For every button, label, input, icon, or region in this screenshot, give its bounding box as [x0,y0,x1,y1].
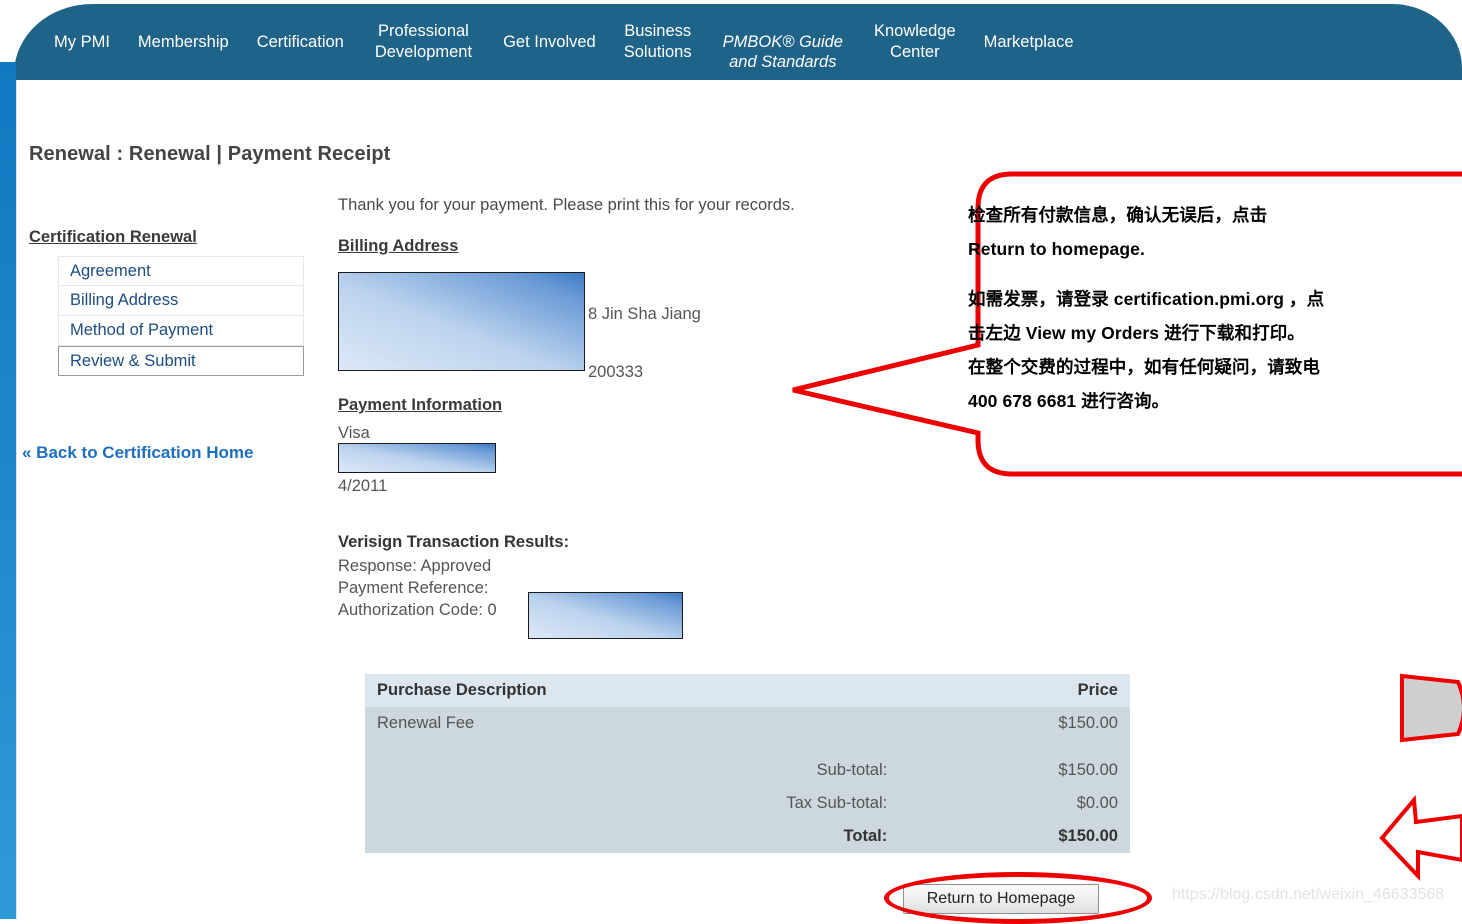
nav-item-my-pmi[interactable]: My PMI [40,32,124,53]
main-content: Thank you for your payment. Please print… [338,196,958,256]
table-cell-total-price: $150.00 [899,820,1130,853]
callout-line-1: 检查所有付款信息，确认无误后，点击 [968,205,1268,225]
callout-line-4: 击左边 View my Orders 进行下载和打印。 [968,323,1305,343]
table-row: Tax Sub-total: $0.00 [365,787,1130,820]
thank-you-message: Thank you for your payment. Please print… [338,196,795,214]
authorization-redaction-box [528,592,683,639]
nav-item-pmbok-label: PMBOK® Guide and Standards [722,32,843,72]
purchase-summary-table: Purchase Description Price Renewal Fee $… [365,674,1130,853]
payment-information-heading: Payment Information [338,396,503,414]
verisign-response: Response: Approved [338,557,492,575]
callout-line-5: 在整个交费的过程中，如有任何疑问，请致电 [968,357,1320,377]
table-cell-subtotal-price: $150.00 [899,754,1130,787]
callout-text: 检查所有付款信息，确认无误后，点击 Return to homepage. 如需… [968,198,1462,418]
top-navigation-bar: My PMI Membership Certification Professi… [0,0,1462,80]
left-pointing-arrow-icon [1379,795,1462,882]
nav-items-container: My PMI Membership Certification Professi… [14,4,1462,80]
table-cell-tax-subtotal-price: $0.00 [899,787,1130,820]
nav-item-membership[interactable]: Membership [124,32,243,53]
left-blue-rail [0,62,16,919]
table-row: Sub-total: $150.00 [365,754,1130,787]
gray-ribbon-shape [1400,673,1462,743]
card-type-value: Visa [338,424,370,442]
sidebar-item-billing-address[interactable]: Billing Address [58,286,304,316]
billing-address-postal: 200333 [588,363,644,381]
watermark-text: https://blog.csdn.net/weixin_46633568 [1172,886,1445,903]
spacer-cell-left [365,740,900,754]
billing-address-street: 8 Jin Sha Jiang [588,305,701,323]
sidebar-item-agreement[interactable]: Agreement [58,256,304,286]
table-cell-tax-subtotal-label: Tax Sub-total: [365,787,900,820]
billing-address-heading: Billing Address [338,237,459,255]
nav-bar-background: My PMI Membership Certification Professi… [14,4,1462,80]
nav-item-professional-development[interactable]: Professional Development [358,21,489,62]
table-cell-item-price: $150.00 [899,707,1130,740]
nav-item-knowledge-center[interactable]: Knowledge Center [860,21,970,62]
table-row: Renewal Fee $150.00 [365,707,1130,740]
nav-item-marketplace[interactable]: Marketplace [970,32,1088,53]
back-to-certification-home-link[interactable]: « Back to Certification Home [22,443,253,463]
nav-item-certification[interactable]: Certification [243,32,358,53]
sidebar-item-method-of-payment[interactable]: Method of Payment [58,316,304,346]
table-row: Total: $150.00 [365,820,1130,853]
callout-gap [968,266,1462,282]
nav-item-business-solutions[interactable]: Business Solutions [610,21,706,62]
table-cell-total-label: Total: [365,820,900,853]
card-number-redaction-box [338,443,496,473]
table-header-row: Purchase Description Price [365,674,1130,707]
page-title: Renewal : Renewal | Payment Receipt [29,143,391,165]
callout-line-3: 如需发票，请登录 certification.pmi.org ，点 [968,289,1325,309]
table-header-price: Price [899,674,1130,707]
nav-item-get-involved[interactable]: Get Involved [489,32,610,53]
return-to-homepage-button[interactable]: Return to Homepage [903,884,1099,914]
callout-line-2: Return to homepage. [968,239,1145,259]
table-row-spacer [365,740,1130,754]
billing-address-redaction-box [338,272,585,371]
sidebar-item-review-and-submit[interactable]: Review & Submit [58,346,304,376]
verisign-title: Verisign Transaction Results: [338,533,570,551]
nav-item-pmbok-guide-and-standards[interactable]: PMBOK® Guide and Standards [706,11,860,73]
spacer-cell-right [899,740,1130,754]
table-header-purchase-description: Purchase Description [365,674,900,707]
table-cell-subtotal-label: Sub-total: [365,754,900,787]
sidebar-heading: Certification Renewal [29,228,197,246]
callout-line-6: 400 678 6681 进行咨询。 [968,391,1170,411]
card-expiry-value: 4/2011 [338,477,388,495]
table-cell-item-label: Renewal Fee [365,707,900,740]
sidebar: Certification Renewal Agreement Billing … [29,228,304,376]
